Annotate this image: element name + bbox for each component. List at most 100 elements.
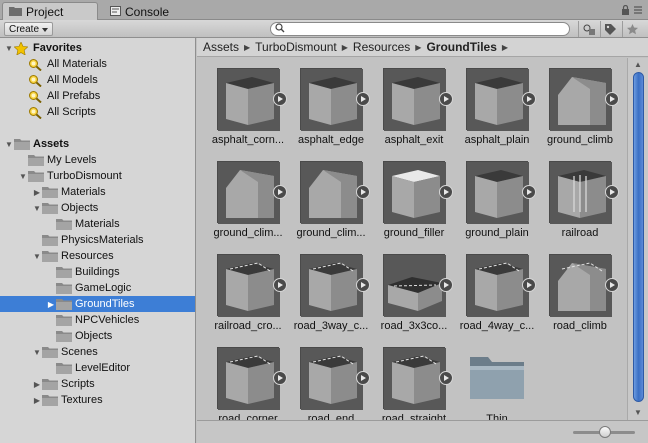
folder-icon: [42, 234, 58, 246]
expand-prefab-icon[interactable]: [605, 278, 619, 292]
tree-item[interactable]: ▶ Textures: [0, 392, 195, 408]
chevron-down-icon: [42, 24, 49, 35]
breadcrumb-separator-icon[interactable]: ▶: [502, 43, 508, 52]
tree-item[interactable]: ▼ Favorites: [0, 40, 195, 56]
asset-item[interactable]: asphalt_exit: [365, 60, 453, 152]
folder-icon: [28, 170, 44, 182]
asset-thumbnail: [217, 68, 280, 131]
tree-item[interactable]: All Prefabs: [0, 88, 195, 104]
breadcrumb-item[interactable]: Resources: [353, 40, 410, 54]
tree-item-label: All Materials: [47, 58, 107, 70]
asset-item[interactable]: asphalt_corn...: [199, 60, 287, 152]
asset-item[interactable]: ground_clim...: [282, 153, 370, 245]
menu-icon[interactable]: [634, 5, 642, 18]
expand-prefab-icon[interactable]: [605, 185, 619, 199]
tree-item[interactable]: GameLogic: [0, 280, 195, 296]
create-button-label: Create: [9, 23, 40, 35]
asset-label: Thin: [486, 413, 508, 420]
tree-item[interactable]: Materials: [0, 216, 195, 232]
asset-item[interactable]: asphalt_plain: [448, 60, 536, 152]
tree-item[interactable]: Buildings: [0, 264, 195, 280]
tree-item[interactable]: ▼ Resources: [0, 248, 195, 264]
asset-thumbnail: [300, 254, 363, 317]
expand-arrow-icon[interactable]: ▼: [32, 204, 42, 213]
asset-item[interactable]: railroad_cro...: [199, 246, 287, 338]
tree-item[interactable]: ▶ Scripts: [0, 376, 195, 392]
tree-item[interactable]: ▼ TurboDismount: [0, 168, 195, 184]
tree-item[interactable]: NPCVehicles: [0, 312, 195, 328]
collapse-arrow-icon[interactable]: ▶: [32, 380, 42, 389]
tab-console[interactable]: Console: [104, 2, 184, 21]
folder-asset-item[interactable]: Thin: [448, 339, 530, 420]
asset-label: railroad: [561, 227, 599, 239]
asset-item[interactable]: ground_plain: [448, 153, 536, 245]
expand-prefab-icon[interactable]: [605, 92, 619, 106]
expand-arrow-icon[interactable]: ▼: [4, 44, 14, 53]
collapse-arrow-icon[interactable]: ▶: [32, 188, 42, 197]
search-input[interactable]: [270, 22, 570, 36]
folder-icon: [56, 362, 72, 374]
icon-size-slider-knob[interactable]: [599, 426, 611, 438]
folder-icon: [42, 202, 58, 214]
expand-arrow-icon[interactable]: ▼: [32, 252, 42, 261]
favorite-star-icon[interactable]: [622, 21, 642, 37]
asset-item[interactable]: road_3way_c...: [282, 246, 370, 338]
tree-item[interactable]: Objects: [0, 328, 195, 344]
expand-arrow-icon[interactable]: ▼: [32, 348, 42, 357]
asset-item[interactable]: road_end: [282, 339, 370, 420]
asset-item[interactable]: ground_clim...: [199, 153, 287, 245]
collapse-arrow-icon[interactable]: ▶: [32, 396, 42, 405]
label-tag-icon[interactable]: [600, 21, 620, 37]
folder-icon: [56, 314, 72, 326]
breadcrumb-separator-icon: ▶: [244, 42, 251, 52]
folder-icon: [42, 186, 58, 198]
tree-item[interactable]: ▼ Scenes: [0, 344, 195, 360]
tree-item[interactable]: LevelEditor: [0, 360, 195, 376]
breadcrumb-item[interactable]: GroundTiles: [426, 40, 496, 54]
tree-item[interactable]: ▼ Objects: [0, 200, 195, 216]
asset-item[interactable]: road_straight: [365, 339, 453, 420]
asset-item[interactable]: road_3x3co...: [365, 246, 453, 338]
vertical-scrollbar[interactable]: ▲ ▼: [627, 58, 648, 420]
tree-item-label: LevelEditor: [75, 362, 131, 374]
tree-item[interactable]: All Models: [0, 72, 195, 88]
scroll-up-icon[interactable]: ▲: [632, 60, 644, 70]
asset-thumbnail: [549, 68, 612, 131]
tree-item[interactable]: All Materials: [0, 56, 195, 72]
scroll-down-icon[interactable]: ▼: [632, 408, 644, 418]
tree-item[interactable]: ▶ GroundTiles: [0, 296, 195, 312]
breadcrumb-item[interactable]: TurboDismount: [255, 40, 337, 54]
tree-item[interactable]: ▼ Assets: [0, 136, 195, 152]
asset-item[interactable]: railroad: [531, 153, 619, 245]
collapse-arrow-icon[interactable]: ▶: [46, 300, 56, 309]
tree-item-label: Buildings: [75, 266, 120, 278]
folder-icon: [468, 353, 526, 404]
tree-item[interactable]: My Levels: [0, 152, 195, 168]
asset-item[interactable]: asphalt_edge: [282, 60, 370, 152]
asset-grid: asphalt_corn... asphalt_edge asphalt_exit a…: [197, 58, 627, 420]
asset-item[interactable]: ground_filler: [365, 153, 453, 245]
bottom-status-bar: [197, 420, 648, 443]
tree-item-label: Assets: [33, 138, 70, 150]
tree-item[interactable]: All Scripts: [0, 104, 195, 120]
folder-icon: [56, 266, 72, 278]
expand-arrow-icon[interactable]: ▼: [18, 172, 28, 181]
asset-item[interactable]: ground_climb: [531, 60, 619, 152]
asset-item[interactable]: road_climb: [531, 246, 619, 338]
asset-item[interactable]: road_corner: [199, 339, 287, 420]
search-icon: [28, 90, 44, 103]
folder-icon: [56, 218, 72, 230]
tree-item[interactable]: PhysicsMaterials: [0, 232, 195, 248]
expand-arrow-icon[interactable]: ▼: [4, 140, 14, 149]
scrollbar-thumb[interactable]: [633, 72, 644, 402]
tab-project[interactable]: Project: [2, 2, 98, 21]
search-icon: [28, 106, 44, 119]
search-by-type-icon[interactable]: [578, 21, 598, 37]
asset-item[interactable]: road_4way_c...: [448, 246, 536, 338]
breadcrumb-item[interactable]: Assets: [203, 40, 239, 54]
create-button[interactable]: Create: [4, 22, 54, 36]
asset-thumbnail: [383, 68, 446, 131]
tree-item[interactable]: ▶ Materials: [0, 184, 195, 200]
folder-icon: [28, 154, 44, 166]
lock-icon[interactable]: [621, 4, 630, 18]
